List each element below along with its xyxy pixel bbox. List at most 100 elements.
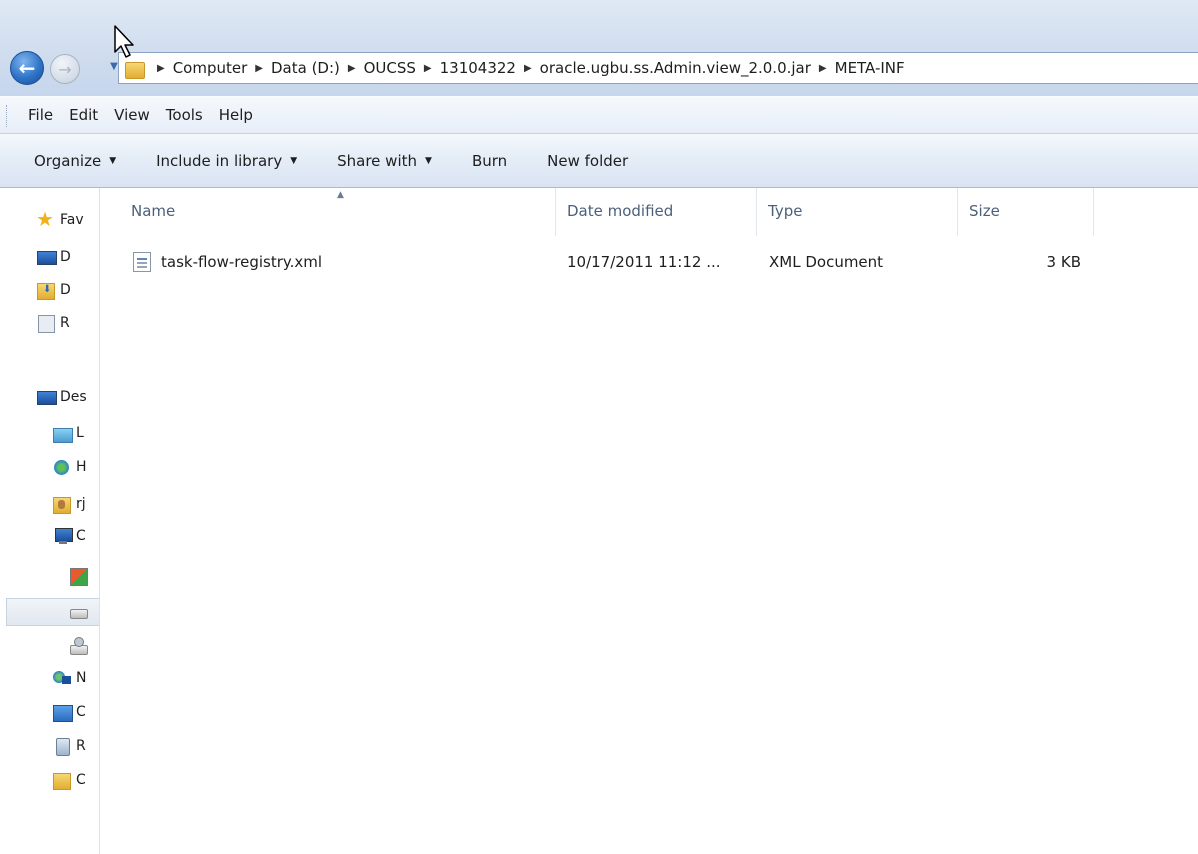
nav-item-label: C xyxy=(76,528,86,544)
breadcrumb-separator-icon[interactable]: ▶ xyxy=(819,63,827,74)
computer-icon xyxy=(52,527,73,545)
breadcrumb-13104322[interactable]: 13104322 xyxy=(440,59,516,77)
windows-drive-icon xyxy=(68,567,88,586)
nav-item-downloads[interactable]: D xyxy=(36,278,71,302)
homegroup-icon xyxy=(52,458,72,476)
nav-item-label: C xyxy=(76,772,86,788)
chevron-down-icon: ▼ xyxy=(110,61,118,72)
nav-item-label: L xyxy=(76,425,84,441)
folder-icon xyxy=(52,771,72,790)
star-icon xyxy=(36,207,56,231)
back-arrow-icon: ← xyxy=(18,56,36,80)
file-name: task-flow-registry.xml xyxy=(161,253,323,271)
nav-item-libraries[interactable]: L xyxy=(52,421,84,445)
breadcrumb-computer[interactable]: Computer xyxy=(173,59,248,77)
organize-label: Organize xyxy=(34,151,102,170)
nav-item-computer[interactable]: C xyxy=(52,524,86,548)
nav-item-label: R xyxy=(60,315,70,331)
nav-item-label: C xyxy=(76,704,86,720)
nav-item-network-drive[interactable] xyxy=(68,634,92,658)
downloads-folder-icon xyxy=(36,281,56,300)
burn-button[interactable]: Burn xyxy=(464,146,515,176)
file-size: 3 KB xyxy=(1046,253,1081,271)
nav-item-label: R xyxy=(76,738,86,754)
nav-item-data-drive[interactable] xyxy=(68,600,92,624)
menu-bar: File Edit View Tools Help xyxy=(0,96,1198,134)
chevron-down-icon: ▼ xyxy=(425,155,432,166)
desktop-icon xyxy=(36,388,57,406)
menu-help[interactable]: Help xyxy=(211,102,261,128)
chevron-down-icon: ▼ xyxy=(290,155,298,166)
column-header-date-modified[interactable]: Date modified xyxy=(557,188,757,236)
breadcrumb-separator-icon[interactable]: ▶ xyxy=(255,63,263,74)
include-in-library-button[interactable]: Include in library ▼ xyxy=(148,146,305,176)
back-button[interactable]: ← xyxy=(10,51,44,85)
recycle-bin-icon xyxy=(52,737,72,756)
new-folder-label: New folder xyxy=(547,151,629,170)
nav-item-recycle-bin[interactable]: R xyxy=(52,734,86,758)
nav-item-recent-places[interactable]: R xyxy=(36,311,70,335)
folder-icon xyxy=(125,59,145,79)
new-folder-button[interactable]: New folder xyxy=(539,146,636,176)
file-type: XML Document xyxy=(769,253,884,271)
nav-item-label: N xyxy=(76,670,87,686)
nav-item-label: Fav xyxy=(60,212,84,228)
xml-file-icon xyxy=(133,252,151,272)
file-list: ▲ Name Date modified Type Size task-flow… xyxy=(101,188,1198,854)
nav-item-label: Des xyxy=(60,389,87,405)
nav-item-folder[interactable]: C xyxy=(52,768,86,792)
command-bar: Organize ▼ Include in library ▼ Share wi… xyxy=(0,134,1198,188)
breadcrumb-separator-icon[interactable]: ▶ xyxy=(157,63,165,74)
forward-button[interactable]: → xyxy=(50,54,80,84)
control-panel-icon xyxy=(52,703,73,722)
user-folder-icon xyxy=(52,495,72,514)
navigation-pane: Fav D D R Des L H rj C xyxy=(0,188,100,854)
share-with-button[interactable]: Share with ▼ xyxy=(329,146,440,176)
drive-icon xyxy=(68,603,88,621)
nav-item-homegroup[interactable]: H xyxy=(52,455,87,479)
nav-item-label: H xyxy=(76,459,87,475)
column-headers: ▲ Name Date modified Type Size xyxy=(101,188,1198,236)
nav-item-user[interactable]: rj xyxy=(52,492,86,516)
forward-arrow-icon: → xyxy=(58,59,72,79)
breadcrumb-jar[interactable]: oracle.ugbu.ss.Admin.view_2.0.0.jar xyxy=(540,59,811,77)
include-in-library-label: Include in library xyxy=(156,151,283,170)
nav-item-windows-drive[interactable] xyxy=(68,564,92,588)
nav-item-desktop-tree[interactable]: Des xyxy=(36,385,87,409)
table-row[interactable]: task-flow-registry.xml 10/17/2011 11:12 … xyxy=(101,244,1101,280)
title-bar: ← → ▼ ▶ Computer ▶ Data (D:) ▶ OUCSS ▶ 1… xyxy=(0,0,1198,96)
nav-item-control-panel[interactable]: C xyxy=(52,700,86,724)
menu-tools[interactable]: Tools xyxy=(158,102,211,128)
breadcrumb-separator-icon[interactable]: ▶ xyxy=(524,63,532,74)
menu-grip xyxy=(6,105,9,127)
breadcrumb-oucss[interactable]: OUCSS xyxy=(364,59,416,77)
network-drive-icon xyxy=(68,637,88,655)
file-name-cell[interactable]: task-flow-registry.xml xyxy=(133,244,322,280)
nav-item-label: D xyxy=(60,282,71,298)
mouse-pointer-icon xyxy=(114,25,134,58)
breadcrumb-separator-icon[interactable]: ▶ xyxy=(348,63,356,74)
breadcrumb-separator-icon[interactable]: ▶ xyxy=(424,63,432,74)
recent-places-icon xyxy=(36,314,56,333)
nav-item-label: D xyxy=(60,249,71,265)
breadcrumb-meta-inf[interactable]: META-INF xyxy=(835,59,905,77)
column-header-size[interactable]: Size xyxy=(959,188,1094,236)
network-icon xyxy=(52,669,72,687)
breadcrumb-data-drive[interactable]: Data (D:) xyxy=(271,59,340,77)
nav-item-favorites[interactable]: Fav xyxy=(36,207,84,232)
share-with-label: Share with xyxy=(337,151,418,170)
organize-button[interactable]: Organize ▼ xyxy=(26,146,124,176)
burn-label: Burn xyxy=(471,151,508,170)
column-header-type[interactable]: Type xyxy=(758,188,958,236)
nav-item-desktop[interactable]: D xyxy=(36,245,71,269)
menu-edit[interactable]: Edit xyxy=(61,102,106,128)
menu-file[interactable]: File xyxy=(20,102,61,128)
menu-view[interactable]: View xyxy=(106,102,158,128)
column-header-name[interactable]: Name xyxy=(121,188,556,236)
nav-item-network[interactable]: N xyxy=(52,666,86,690)
nav-item-label: rj xyxy=(76,496,86,512)
libraries-icon xyxy=(52,424,73,443)
file-date-modified: 10/17/2011 11:12 ... xyxy=(567,253,721,271)
desktop-icon xyxy=(36,248,57,266)
address-bar[interactable]: ▶ Computer ▶ Data (D:) ▶ OUCSS ▶ 1310432… xyxy=(118,52,1198,84)
